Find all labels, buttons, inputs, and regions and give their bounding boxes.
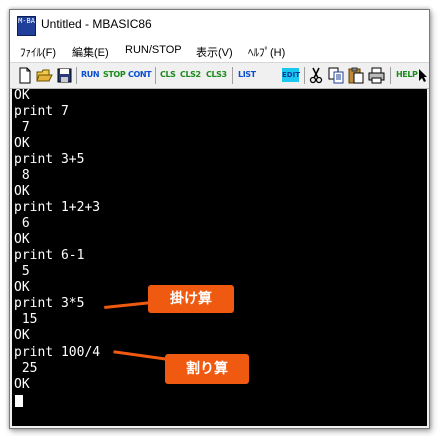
help-button[interactable]: HELP <box>396 70 418 79</box>
terminal-line: OK <box>14 280 30 295</box>
stop-button[interactable]: STOP <box>103 70 126 79</box>
toolbar-separator <box>155 67 156 84</box>
copy-icon[interactable] <box>328 67 344 84</box>
terminal-line: print 1+2+3 <box>14 200 101 215</box>
terminal-line: 7 <box>14 120 30 135</box>
save-icon[interactable] <box>57 67 72 84</box>
menu-run-stop[interactable]: RUN/STOP <box>125 44 182 56</box>
terminal-line: 25 <box>14 361 38 376</box>
terminal-line: OK <box>14 184 30 199</box>
terminal-line: 8 <box>14 168 30 183</box>
multiply-callout: 掛け算 <box>148 285 234 313</box>
cut-icon[interactable] <box>308 67 324 84</box>
toolbar-separator <box>232 67 233 84</box>
toolbar: RUN STOP CONT CLS CLS2 CLS3 LIST EDIT HE… <box>10 62 429 89</box>
paste-icon[interactable] <box>348 67 364 84</box>
list-button[interactable]: LIST <box>238 70 256 79</box>
terminal-line: print 100/4 <box>14 345 101 360</box>
new-file-icon[interactable] <box>18 67 32 84</box>
menu-help[interactable]: ﾍﾙﾌﾟ(H) <box>248 44 285 60</box>
toolbar-separator <box>390 67 391 84</box>
terminal-line: OK <box>14 136 30 151</box>
terminal-line: print 3+5 <box>14 152 85 167</box>
terminal-line: OK <box>14 232 30 247</box>
divide-callout: 割り算 <box>165 354 249 384</box>
context-help-arrow-icon[interactable] <box>418 67 428 84</box>
cont-button[interactable]: CONT <box>128 70 152 79</box>
toolbar-separator <box>304 67 305 84</box>
menu-bar: ﾌｧｲﾙ(F) 編集(E) RUN/STOP 表示(V) ﾍﾙﾌﾟ(H) <box>10 40 429 62</box>
terminal-line: 6 <box>14 216 30 231</box>
menu-view[interactable]: 表示(V) <box>196 44 233 60</box>
terminal-line: print 7 <box>14 104 69 119</box>
cls2-button[interactable]: CLS2 <box>180 70 201 79</box>
menu-edit[interactable]: 編集(E) <box>72 44 109 60</box>
cls3-button[interactable]: CLS3 <box>206 70 227 79</box>
title-bar: M-BA Untitled - MBASIC86 <box>10 10 429 40</box>
terminal-line: OK <box>14 328 30 343</box>
run-button[interactable]: RUN <box>81 70 100 79</box>
print-icon[interactable] <box>368 67 385 84</box>
terminal-line: OK <box>14 377 30 392</box>
terminal-line: print 3*5 <box>14 296 85 311</box>
terminal-line: 15 <box>14 312 38 327</box>
window-title: Untitled - MBASIC86 <box>41 17 152 31</box>
text-cursor <box>15 395 23 407</box>
app-icon[interactable]: M-BA <box>17 16 36 36</box>
terminal-line: print 6-1 <box>14 248 85 263</box>
terminal-line: OK <box>14 89 30 103</box>
edit-button[interactable]: EDIT <box>282 68 300 82</box>
cls-button[interactable]: CLS <box>160 70 176 79</box>
terminal-line: 5 <box>14 264 30 279</box>
toolbar-separator <box>76 67 77 84</box>
open-folder-icon[interactable] <box>36 67 53 84</box>
menu-file[interactable]: ﾌｧｲﾙ(F) <box>20 44 56 60</box>
